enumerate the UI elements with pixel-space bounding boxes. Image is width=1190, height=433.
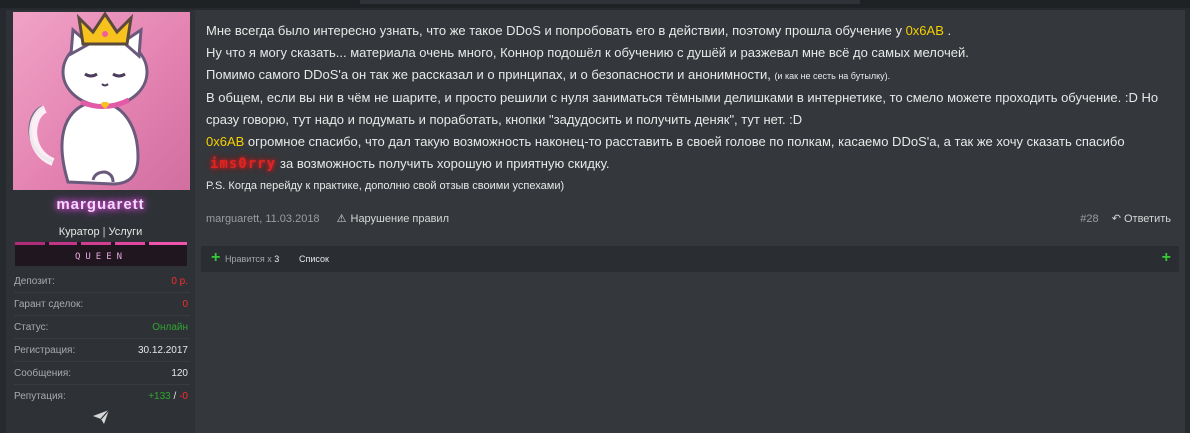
user-title-services: Услуги [108,226,143,238]
forum-post: marguarett Куратор | Услуги QUEEN Депозит:… [0,8,1190,433]
meta-author[interactable]: marguarett, [206,213,262,225]
mention-0x6ab[interactable]: 0x6AB [906,23,944,38]
post-message: Мне всегда было интересно узнать, что же… [206,20,1181,197]
likes-list-link[interactable]: Список [299,254,329,264]
expand-plus-icon[interactable]: + [1162,249,1171,267]
reply-icon: ↶ [1111,213,1121,225]
reply-button[interactable]: ↶ Ответить [1112,213,1171,225]
post-body: Мне всегда было интересно узнать, что же… [195,10,1185,433]
stat-guarantee: Гарант сделок: 0 [14,293,190,316]
post-ps: P.S. Когда перейду к практике, дополню с… [206,180,565,192]
stat-messages: Сообщения: 120 [14,362,190,385]
post-number[interactable]: #28 [1080,213,1098,225]
banner-label: QUEEN [74,252,128,262]
stat-registration: Регистрация: 30.12.2017 [14,339,190,362]
stat-reputation: Репутация: +133 / -0 [14,391,188,402]
user-panel: marguarett Куратор | Услуги QUEEN Депозит:… [6,10,195,433]
likes-text: Нравится х 3 [225,254,280,264]
user-title-curator: Куратор [58,226,100,238]
stat-status: Статус: Онлайн [14,316,190,339]
likes-bar: + Нравится х 3 Список + [201,246,1179,272]
report-link[interactable]: ⚠ Нарушение правил [337,213,449,225]
cat-queen-avatar-icon [28,12,149,186]
add-like-icon[interactable]: + [211,249,220,267]
post-meta: marguarett, 11.03.2018 ⚠ Нарушение правил [206,212,449,225]
user-stats: Депозит: 0 р. Гарант сделок: 0 Статус: О… [14,270,190,407]
mention-0x6ab-2[interactable]: 0x6AB [206,134,244,149]
avatar[interactable] [13,12,190,190]
user-banner: QUEEN [15,242,187,266]
top-strip [0,0,1190,8]
send-message-icon[interactable] [92,409,110,425]
meta-date[interactable]: 11.03.2018 [265,213,319,225]
stat-deposit: Депозит: 0 р. [14,270,190,293]
warning-icon: ⚠ [336,213,347,225]
mention-ims0rry[interactable]: ims0rry [206,156,280,172]
user-title: Куратор | Услуги [58,226,143,238]
username[interactable]: marguarett [6,196,195,213]
post-actions: #28 ↶ Ответить [1080,212,1171,225]
